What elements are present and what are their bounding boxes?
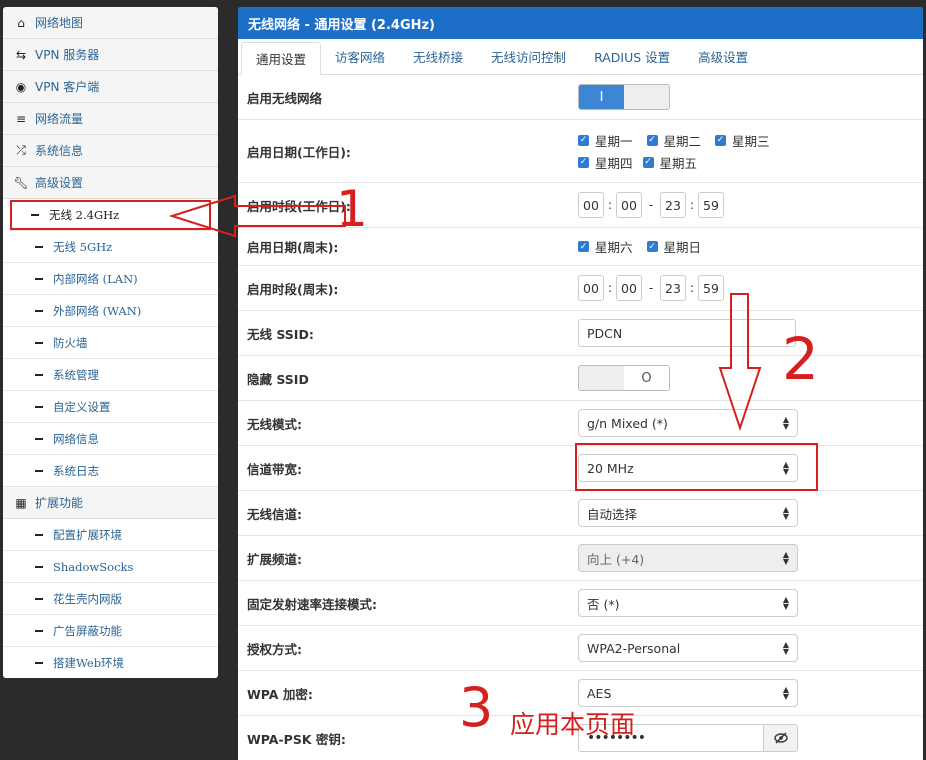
- highlight-box: [575, 443, 818, 491]
- annotation-number-1: 1: [336, 180, 368, 238]
- arrow-left-icon: [168, 194, 346, 238]
- annotation-number-3: 3: [459, 676, 494, 739]
- annotation-number-2: 2: [782, 325, 819, 393]
- annotation-apply-text: 应用本页面: [510, 710, 636, 739]
- arrow-down-icon: [718, 293, 762, 432]
